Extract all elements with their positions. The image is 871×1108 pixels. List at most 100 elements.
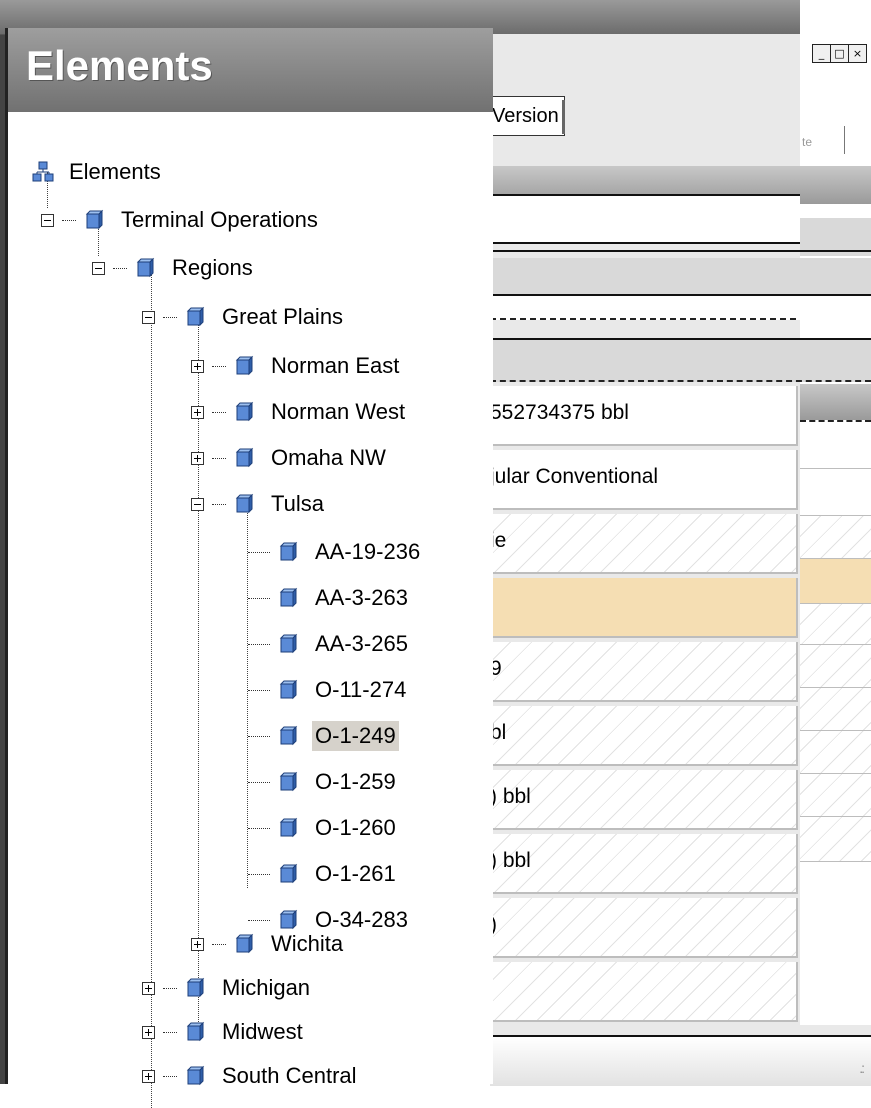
elements-panel: Elements Elements Terminal Operations Re… bbox=[5, 28, 493, 1108]
grid-row-selected[interactable] bbox=[490, 578, 798, 638]
grid-value: ) bbl bbox=[490, 785, 531, 808]
input-strip[interactable] bbox=[490, 196, 800, 242]
grid-row[interactable]: ) bbl bbox=[490, 770, 798, 830]
status-bar: .: bbox=[490, 1035, 871, 1086]
expand-toggle-icon[interactable] bbox=[142, 981, 155, 995]
grid-row[interactable]: 9 bbox=[490, 642, 798, 702]
tree-item-aa-3-265[interactable]: AA-3-265 bbox=[248, 624, 411, 664]
grid-bottom bbox=[490, 1025, 871, 1035]
tree-item-label: Elements bbox=[69, 159, 161, 184]
dashed-divider bbox=[490, 318, 796, 320]
tree-item-omaha-nw[interactable]: Omaha NW bbox=[191, 438, 389, 478]
expand-toggle-icon[interactable] bbox=[191, 359, 204, 373]
tree-connector bbox=[62, 219, 76, 221]
tab-shadow bbox=[562, 100, 565, 134]
tree-item-label: South Central bbox=[222, 1063, 357, 1088]
grid-row[interactable]: bl bbox=[490, 706, 798, 766]
tree-item-terminal-operations[interactable]: Terminal Operations bbox=[41, 200, 321, 240]
grid-row[interactable]: ie bbox=[490, 514, 798, 574]
cube-icon bbox=[186, 977, 205, 998]
cube-icon bbox=[279, 817, 298, 838]
expand-toggle-icon[interactable] bbox=[191, 405, 204, 419]
input-strip[interactable] bbox=[490, 296, 871, 320]
tree-item-elements[interactable]: Elements bbox=[32, 152, 164, 192]
tree-connector bbox=[212, 411, 226, 413]
cube-icon bbox=[186, 1021, 205, 1042]
cube-icon bbox=[186, 306, 205, 327]
expand-toggle-icon[interactable] bbox=[191, 451, 204, 465]
tab-version[interactable]: Version bbox=[490, 96, 565, 136]
tree-item-label: Omaha NW bbox=[271, 445, 386, 470]
grid-row-right[interactable] bbox=[800, 422, 871, 469]
tree-item-tulsa[interactable]: Tulsa bbox=[191, 484, 327, 524]
cube-icon bbox=[235, 493, 254, 514]
grid-row-right[interactable] bbox=[800, 469, 871, 516]
resize-grip-icon[interactable]: .: bbox=[859, 1060, 865, 1076]
grid-row[interactable]: ) bbox=[490, 898, 798, 958]
collapse-toggle-icon[interactable] bbox=[41, 213, 54, 227]
grid-row[interactable]: ) bbl bbox=[490, 834, 798, 894]
tree-item-great-plains[interactable]: Great Plains bbox=[142, 297, 346, 337]
grid-value: jular Conventional bbox=[490, 465, 659, 488]
tree-item-label: Norman West bbox=[271, 399, 406, 424]
grid-row-right[interactable] bbox=[800, 688, 871, 731]
tree-connector bbox=[248, 781, 270, 783]
cube-icon bbox=[85, 209, 104, 230]
cube-icon bbox=[279, 863, 298, 884]
expand-toggle-icon[interactable] bbox=[142, 1025, 155, 1039]
tree-item-aa-19-236[interactable]: AA-19-236 bbox=[248, 532, 423, 572]
tree-item-wichita[interactable]: Wichita bbox=[191, 924, 346, 964]
cube-icon bbox=[136, 257, 155, 278]
close-button[interactable]: × bbox=[848, 44, 867, 63]
tree-item-label-selected: O-1-249 bbox=[312, 721, 399, 751]
tree-connector bbox=[248, 827, 270, 829]
grid-row-right[interactable] bbox=[800, 645, 871, 688]
tree-item-o-1-249-selected[interactable]: O-1-249 bbox=[248, 716, 399, 756]
grid-row-right[interactable] bbox=[800, 817, 871, 862]
cube-icon bbox=[279, 587, 298, 608]
tree-item-o-1-261[interactable]: O-1-261 bbox=[248, 854, 399, 894]
tree-connector bbox=[248, 689, 270, 691]
tree-connector bbox=[113, 267, 127, 269]
tree-item-norman-west[interactable]: Norman West bbox=[191, 392, 408, 432]
tree-connector bbox=[248, 735, 270, 737]
tree-item-o-1-260[interactable]: O-1-260 bbox=[248, 808, 399, 848]
cube-icon bbox=[235, 355, 254, 376]
collapse-toggle-icon[interactable] bbox=[142, 310, 155, 324]
tree-item-o-1-259[interactable]: O-1-259 bbox=[248, 762, 399, 802]
toolbar-button[interactable]: te bbox=[802, 135, 812, 149]
collapse-toggle-icon[interactable] bbox=[92, 261, 105, 275]
tree-item-aa-3-263[interactable]: AA-3-263 bbox=[248, 578, 411, 618]
tree-item-o-11-274[interactable]: O-11-274 bbox=[248, 670, 409, 710]
tree-item-label: Midwest bbox=[222, 1019, 303, 1044]
grid-row[interactable]: 552734375 bbl bbox=[490, 386, 798, 446]
panel-header: Elements bbox=[8, 28, 493, 112]
cube-icon bbox=[279, 633, 298, 654]
tree-item-label: Tulsa bbox=[271, 491, 324, 516]
tree-item-regions[interactable]: Regions bbox=[92, 248, 256, 288]
tree-item-label: AA-3-265 bbox=[315, 631, 408, 656]
tree-item-midwest[interactable]: Midwest bbox=[142, 1012, 306, 1052]
grid-row-right[interactable] bbox=[800, 604, 871, 645]
tree-item-label: Great Plains bbox=[222, 304, 344, 329]
minimize-button[interactable]: _ bbox=[812, 44, 831, 63]
grid-row[interactable]: jular Conventional bbox=[490, 450, 798, 510]
tree-connector bbox=[163, 987, 177, 989]
collapse-toggle-icon[interactable] bbox=[191, 497, 204, 511]
tree-item-label: O-11-274 bbox=[315, 677, 407, 702]
grid-row-right[interactable] bbox=[800, 731, 871, 774]
grid-row-right-selected[interactable] bbox=[800, 559, 871, 604]
tree-item-label: O-1-259 bbox=[315, 769, 396, 794]
tree-connector bbox=[163, 316, 177, 318]
grid-row[interactable] bbox=[490, 962, 798, 1022]
grid-row-right[interactable] bbox=[800, 774, 871, 817]
tree-item-michigan[interactable]: Michigan bbox=[142, 968, 313, 1008]
expand-toggle-icon[interactable] bbox=[191, 937, 204, 951]
tree-item-norman-east[interactable]: Norman East bbox=[191, 346, 402, 386]
expand-toggle-icon[interactable] bbox=[142, 1069, 155, 1083]
grid-row-right[interactable] bbox=[800, 516, 871, 559]
maximize-button[interactable]: □ bbox=[830, 44, 849, 63]
hierarchy-icon bbox=[32, 161, 54, 182]
tree-item-south-central[interactable]: South Central bbox=[142, 1056, 360, 1096]
cube-icon bbox=[235, 447, 254, 468]
